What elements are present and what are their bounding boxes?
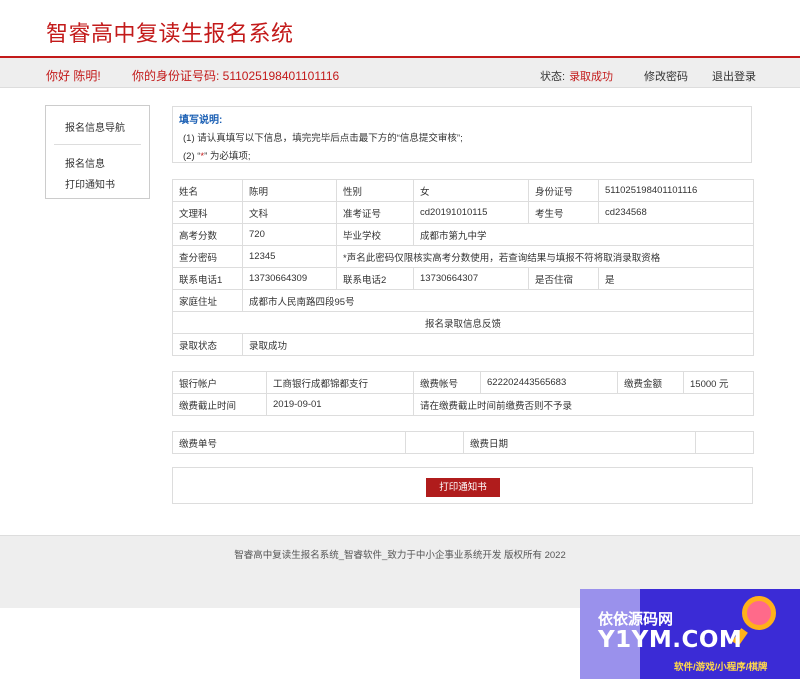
phone1-label: 联系电话1: [172, 267, 243, 290]
site-title: 智睿高中复读生报名系统: [46, 22, 294, 47]
payment-deadline-label: 缴费截止时间: [172, 393, 267, 416]
admit-number-label: 准考证号: [336, 201, 414, 224]
footer-copyright: 智睿高中复读生报名系统_智睿软件_致力于中小企事业系统开发 版权所有 2022: [234, 550, 566, 561]
admission-status-label: 录取状态: [172, 333, 243, 356]
watermark-site-name: 依依源码网: [598, 611, 674, 628]
bill-date-value: [695, 431, 754, 454]
idcard-value: 511025198401101116: [598, 179, 754, 202]
bill-number-value: [405, 431, 464, 454]
table-row: 报名录取信息反馈: [172, 311, 754, 334]
site-header: 智睿高中复读生报名系统: [0, 0, 800, 58]
feedback-header: 报名录取信息反馈: [172, 311, 754, 334]
boarding-value: 是: [598, 267, 754, 290]
query-password-note: *声名此密码仅限核实高考分数使用，若查询结果与填报不符将取消录取资格: [336, 245, 754, 268]
sidebar-nav: 报名信息导航 报名信息 打印通知书: [45, 105, 150, 199]
query-password-value: 12345: [242, 245, 337, 268]
table-row: 高考分数 720 毕业学校 成都市第九中学: [172, 223, 754, 246]
name-value: 陈明: [242, 179, 337, 202]
payment-account-value: 622202443565683: [480, 371, 618, 394]
instruction-line-2-prefix: (2) “: [183, 151, 201, 162]
table-row: 文理科 文科 准考证号 cd20191010115 考生号 cd234568: [172, 201, 754, 224]
school-label: 毕业学校: [336, 223, 414, 246]
table-row: 录取状态 录取成功: [172, 333, 754, 356]
change-password-link[interactable]: 修改密码: [644, 68, 688, 84]
exam-number-label: 考生号: [528, 201, 599, 224]
table-row: 缴费截止时间 2019-09-01 请在缴费截止时间前缴费否则不予录: [172, 393, 754, 416]
payment-account-label: 缴费帐号: [413, 371, 481, 394]
table-row: 姓名 陈明 性别 女 身份证号 511025198401101116: [172, 179, 754, 202]
track-label: 文理科: [172, 201, 243, 224]
table-row: 银行帐户 工商银行成都锦都支行 缴费帐号 622202443565683 缴费金…: [172, 371, 754, 394]
sidebar-divider: [54, 144, 141, 145]
watermark-domain: Y1YM.COM: [598, 627, 743, 653]
print-notice-button[interactable]: 打印通知书: [426, 478, 500, 497]
gender-label: 性别: [336, 179, 414, 202]
bank-account-value: 工商银行成都锦都支行: [266, 371, 414, 394]
phone2-label: 联系电话2: [336, 267, 414, 290]
watermark-tagline: 软件/游戏/小程序/棋牌: [674, 662, 768, 673]
phone1-value: 13730664309: [242, 267, 337, 290]
instruction-line-2: (2) “*” 为必填项;: [183, 148, 251, 162]
payment-amount-value: 15000 元: [683, 371, 754, 394]
table-row: 查分密码 12345 *声名此密码仅限核实高考分数使用，若查询结果与填报不符将取…: [172, 245, 754, 268]
payment-amount-label: 缴费金额: [617, 371, 684, 394]
track-value: 文科: [242, 201, 337, 224]
payment-info-table: 银行帐户 工商银行成都锦都支行 缴费帐号 622202443565683 缴费金…: [172, 371, 754, 416]
magnifier-icon: [742, 596, 776, 630]
logout-link[interactable]: 退出登录: [712, 68, 756, 84]
exam-number-value: cd234568: [598, 201, 754, 224]
status-indicator: 状态: 录取成功: [540, 68, 613, 84]
print-panel: 打印通知书: [172, 467, 753, 504]
instructions-box: 填写说明: (1) 请认真填写以下信息，填完完毕后点击最下方的“信息提交审核”;…: [172, 106, 752, 163]
bank-account-label: 银行帐户: [172, 371, 267, 394]
registration-info-table: 姓名 陈明 性别 女 身份证号 511025198401101116 文理科 文…: [172, 179, 754, 356]
table-row: 联系电话1 13730664309 联系电话2 13730664307 是否住宿…: [172, 267, 754, 290]
phone2-value: 13730664307: [413, 267, 529, 290]
sidebar-item-registration-info[interactable]: 报名信息: [65, 155, 105, 170]
sidebar-heading: 报名信息导航: [65, 123, 125, 134]
bill-number-label: 缴费单号: [172, 431, 406, 454]
instruction-line-1: (1) 请认真填写以下信息，填完完毕后点击最下方的“信息提交审核”;: [183, 133, 463, 144]
instructions-title: 填写说明:: [179, 115, 223, 126]
payment-deadline-value: 2019-09-01: [266, 393, 414, 416]
admit-number-value: cd20191010115: [413, 201, 529, 224]
address-value: 成都市人民南路四段95号: [242, 289, 754, 312]
watermark-badge: 依依源码网 Y1YM.COM 软件/游戏/小程序/棋牌: [580, 589, 800, 679]
bill-date-label: 缴费日期: [463, 431, 696, 454]
user-greeting: 你好 陈明!: [46, 69, 101, 83]
table-row: 缴费单号 缴费日期: [172, 431, 754, 454]
boarding-label: 是否住宿: [528, 267, 599, 290]
address-label: 家庭住址: [172, 289, 243, 312]
admission-status-value: 录取成功: [242, 333, 754, 356]
payment-deadline-note: 请在缴费截止时间前缴费否则不予录: [413, 393, 754, 416]
user-bar: 你好 陈明! 你的身份证号码: 511025198401101116 状态: 录取…: [0, 58, 800, 88]
status-value: 录取成功: [569, 71, 614, 83]
idcard-label: 身份证号: [528, 179, 599, 202]
user-id-number: 你的身份证号码: 511025198401101116: [132, 69, 340, 83]
score-label: 高考分数: [172, 223, 243, 246]
status-label: 状态:: [540, 71, 566, 83]
bill-table: 缴费单号 缴费日期: [172, 431, 754, 454]
table-row: 家庭住址 成都市人民南路四段95号: [172, 289, 754, 312]
score-value: 720: [242, 223, 337, 246]
instruction-line-2-suffix: ” 为必填项;: [204, 151, 251, 162]
name-label: 姓名: [172, 179, 243, 202]
school-value: 成都市第九中学: [413, 223, 754, 246]
sidebar-item-print-notice[interactable]: 打印通知书: [65, 176, 115, 191]
gender-value: 女: [413, 179, 529, 202]
query-password-label: 查分密码: [172, 245, 243, 268]
